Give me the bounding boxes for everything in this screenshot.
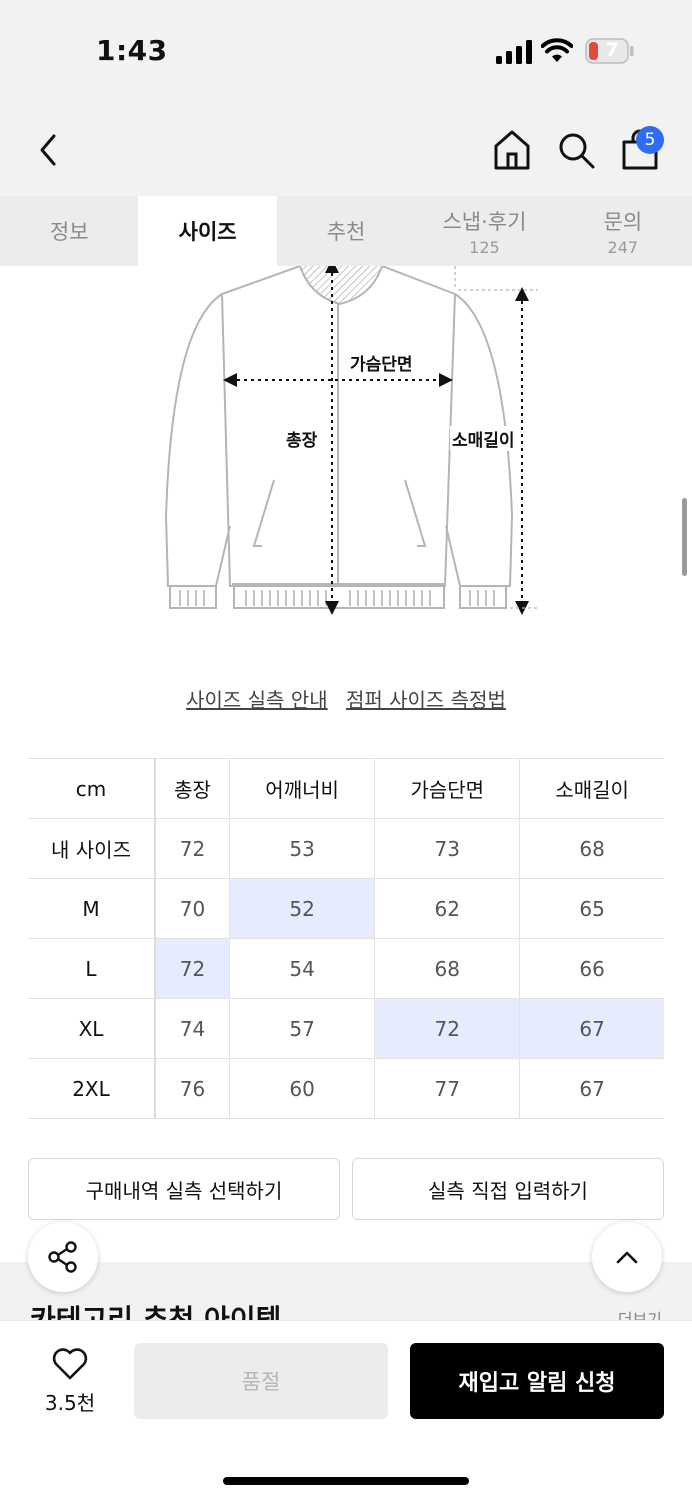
chest-label: 가슴단면 bbox=[348, 350, 415, 375]
table-cell: 67 bbox=[519, 1058, 664, 1119]
table-row: XL 74 57 72 67 bbox=[28, 998, 664, 1059]
tab-count: 125 bbox=[469, 237, 500, 257]
table-header-cell: 소매길이 bbox=[519, 758, 664, 819]
tab-snap-review[interactable]: 스냅·후기 125 bbox=[415, 196, 553, 266]
status-time: 1:43 bbox=[96, 34, 168, 67]
table-row-label: 2XL bbox=[28, 1058, 156, 1119]
chevron-up-icon bbox=[616, 1251, 638, 1264]
table-header-cell: 가슴단면 bbox=[374, 758, 520, 819]
bottom-action-bar: 3.5천 품절 재입고 알림 신청 bbox=[0, 1320, 692, 1500]
table-cell: 68 bbox=[374, 938, 520, 999]
tab-label: 사이즈 bbox=[178, 220, 237, 244]
table-cell: 66 bbox=[519, 938, 664, 999]
select-from-purchase-history-button[interactable]: 구매내역 실측 선택하기 bbox=[28, 1158, 340, 1220]
jumper-measure-method-link[interactable]: 점퍼 사이즈 측정법 bbox=[346, 688, 506, 712]
table-cell-highlighted: 52 bbox=[229, 878, 375, 939]
section-title: 카테고리 추천 아이템 bbox=[30, 1303, 282, 1320]
search-icon[interactable] bbox=[556, 130, 596, 170]
size-table: cm 총장 어깨너비 가슴단면 소매길이 내 사이즈 72 53 73 68 M… bbox=[28, 758, 664, 1119]
soldout-button: 품절 bbox=[134, 1343, 388, 1419]
restock-alert-button[interactable]: 재입고 알림 신청 bbox=[410, 1343, 664, 1419]
product-tabs: 정보 사이즈 추천 스냅·후기 125 문의 247 bbox=[0, 196, 692, 266]
battery-level: 7 bbox=[605, 39, 619, 61]
tab-info[interactable]: 정보 bbox=[0, 196, 138, 266]
cart-count-badge: 5 bbox=[636, 126, 664, 154]
scroll-to-top-button[interactable] bbox=[592, 1222, 662, 1292]
table-cell: 62 bbox=[374, 878, 520, 939]
table-cell: 76 bbox=[154, 1058, 230, 1119]
size-guide-links: 사이즈 실측 안내 점퍼 사이즈 측정법 bbox=[0, 684, 692, 713]
table-header-cell: cm bbox=[28, 758, 156, 819]
table-row-label: L bbox=[28, 938, 156, 999]
like-count: 3.5천 bbox=[44, 1391, 96, 1415]
table-row: L 72 54 68 66 bbox=[28, 938, 664, 999]
app-header: 5 bbox=[0, 100, 692, 196]
table-row: 내 사이즈 72 53 73 68 bbox=[28, 818, 664, 879]
table-row: M 70 52 62 65 bbox=[28, 878, 664, 939]
tab-label: 정보 bbox=[49, 220, 89, 244]
section-more-link[interactable]: 더보기 bbox=[618, 1306, 662, 1320]
share-button[interactable] bbox=[28, 1222, 98, 1292]
table-cell: 65 bbox=[519, 878, 664, 939]
tab-count: 247 bbox=[607, 237, 639, 257]
scrollbar[interactable] bbox=[682, 498, 687, 576]
tab-label: 문의 bbox=[603, 209, 643, 234]
like-button[interactable]: 3.5천 bbox=[30, 1347, 110, 1416]
table-cell: 70 bbox=[154, 878, 230, 939]
home-icon[interactable] bbox=[492, 128, 532, 172]
status-bar: 1:43 7 bbox=[0, 0, 692, 100]
table-cell: 54 bbox=[229, 938, 375, 999]
table-cell: 57 bbox=[229, 998, 375, 1059]
size-measure-guide-link[interactable]: 사이즈 실측 안내 bbox=[186, 688, 328, 712]
table-cell: 60 bbox=[229, 1058, 375, 1119]
table-row-label: M bbox=[28, 878, 156, 939]
tab-label: 스냅·후기 bbox=[442, 209, 527, 234]
table-cell: 77 bbox=[374, 1058, 520, 1119]
back-arrow-icon[interactable] bbox=[30, 130, 66, 170]
heart-icon bbox=[52, 1348, 88, 1380]
table-cell: 53 bbox=[229, 818, 375, 879]
tab-size[interactable]: 사이즈 bbox=[138, 196, 277, 266]
table-cell-highlighted: 67 bbox=[519, 998, 664, 1059]
table-cell: 74 bbox=[154, 998, 230, 1059]
home-indicator bbox=[223, 1477, 469, 1485]
table-row-label: XL bbox=[28, 998, 156, 1059]
manual-input-button[interactable]: 실측 직접 입력하기 bbox=[352, 1158, 664, 1220]
table-header-row: cm 총장 어깨너비 가슴단면 소매길이 bbox=[28, 758, 664, 819]
sleeve-label: 소매길이 bbox=[450, 426, 517, 451]
table-cell: 68 bbox=[519, 818, 664, 879]
cellular-signal-icon bbox=[496, 40, 532, 64]
share-icon bbox=[48, 1241, 77, 1273]
tab-inquiry[interactable]: 문의 247 bbox=[554, 196, 692, 266]
measure-buttons: 구매내역 실측 선택하기 실측 직접 입력하기 bbox=[28, 1158, 664, 1220]
table-header-cell: 어깨너비 bbox=[229, 758, 375, 819]
jacket-size-diagram: 가슴단면 총장 소매길이 bbox=[150, 259, 550, 626]
wifi-icon bbox=[541, 38, 573, 62]
table-cell-highlighted: 72 bbox=[154, 938, 230, 999]
table-cell: 72 bbox=[154, 818, 230, 879]
tab-recommend[interactable]: 추천 bbox=[277, 196, 415, 266]
table-cell: 73 bbox=[374, 818, 520, 879]
tab-label: 추천 bbox=[326, 220, 366, 244]
table-header-cell: 총장 bbox=[154, 758, 230, 819]
table-row-label: 내 사이즈 bbox=[28, 818, 156, 879]
table-cell-highlighted: 72 bbox=[374, 998, 520, 1059]
table-row: 2XL 76 60 77 67 bbox=[28, 1058, 664, 1119]
length-label: 총장 bbox=[284, 426, 320, 451]
